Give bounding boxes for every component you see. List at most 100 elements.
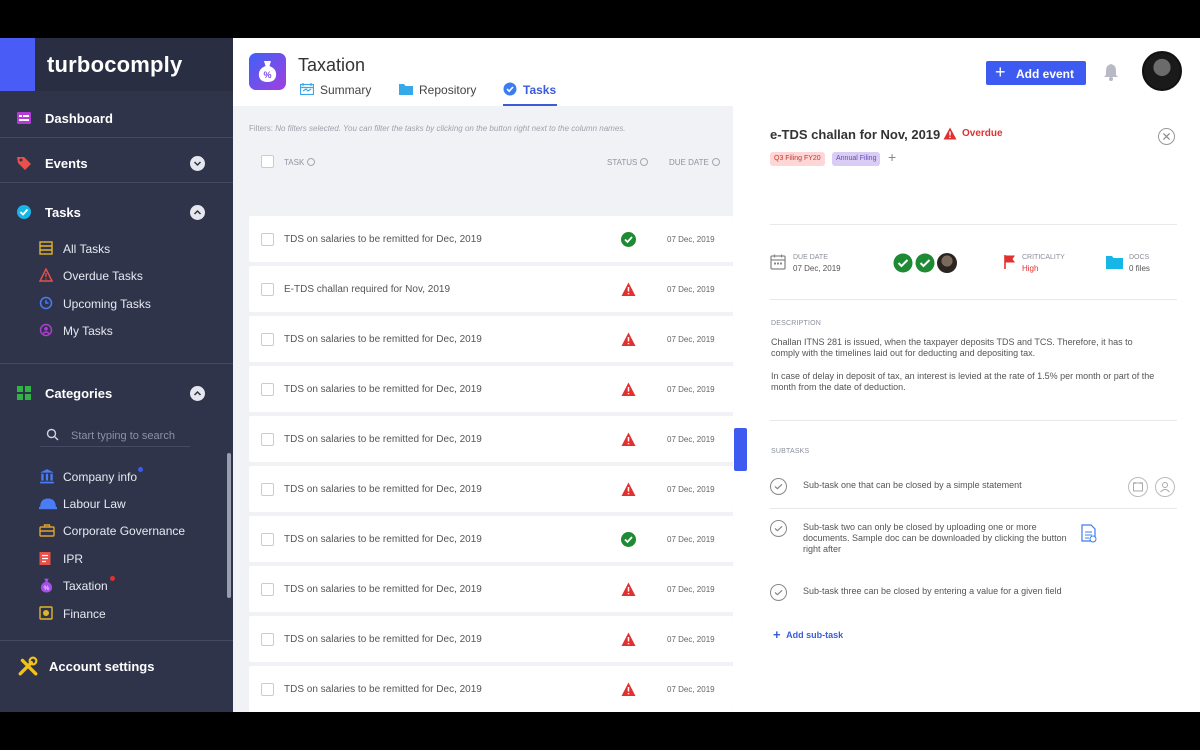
sidebar-item-label: All Tasks — [63, 242, 111, 256]
row-checkbox[interactable] — [261, 683, 274, 696]
task-title: TDS on salaries to be remitted for Dec, … — [284, 684, 482, 695]
bell-icon[interactable] — [1101, 62, 1121, 82]
sidebar-scrollbar[interactable] — [227, 453, 231, 598]
sidebar-item-my-tasks[interactable]: My Tasks — [0, 319, 233, 341]
sidebar-item-dashboard[interactable]: Dashboard — [0, 103, 233, 133]
status-overdue-icon — [621, 632, 636, 646]
selected-row-indicator — [734, 428, 747, 471]
sidebar-item-finance[interactable]: Finance — [0, 602, 233, 624]
sidebar-item-all-tasks[interactable]: All Tasks — [0, 237, 233, 259]
task-title: TDS on salaries to be remitted for Dec, … — [284, 534, 482, 545]
due-date-label: DUE DATE — [793, 254, 828, 261]
add-subtask-button[interactable]: + Add sub-task — [773, 627, 843, 642]
row-checkbox[interactable] — [261, 333, 274, 346]
column-header-due-date[interactable]: DUE DATE — [669, 158, 720, 167]
column-header-task[interactable]: TASK — [284, 158, 316, 167]
sidebar-item-categories[interactable]: Categories — [0, 378, 233, 408]
row-checkbox[interactable] — [261, 483, 274, 496]
sidebar-item-label: Dashboard — [45, 111, 113, 126]
table-row[interactable]: TDS on salaries to be remitted for Dec, … — [249, 216, 733, 262]
check-circle-icon — [503, 82, 517, 96]
status-done-icon — [621, 532, 636, 547]
brand-accent — [0, 38, 35, 91]
table-row[interactable]: TDS on salaries to be remitted for Dec, … — [249, 316, 733, 362]
due-date: 07 Dec, 2019 — [667, 335, 715, 344]
category-search-input[interactable]: Start typing to search — [40, 419, 190, 447]
sidebar-item-label: Finance — [63, 607, 106, 621]
filters-bar: Filters: No filters selected. You can fi… — [249, 124, 626, 133]
row-checkbox[interactable] — [261, 533, 274, 546]
page-header: % Taxation Summary Repository Tasks + Ad… — [233, 38, 1200, 106]
add-tag-button[interactable]: + — [888, 149, 896, 165]
check-circle-outline-icon[interactable] — [770, 520, 787, 537]
check-circle-outline-icon[interactable] — [770, 478, 787, 495]
subtask-item[interactable]: Sub-task one that can be closed by a sim… — [770, 477, 1177, 508]
avatar[interactable] — [1142, 51, 1182, 91]
svg-text:%: % — [44, 585, 50, 592]
tab-tasks[interactable]: Tasks — [503, 82, 557, 106]
add-event-button[interactable]: + Add event — [986, 61, 1086, 85]
sidebar-item-ipr[interactable]: IPR — [0, 547, 233, 569]
tag-icon — [17, 157, 31, 170]
row-checkbox[interactable] — [261, 283, 274, 296]
chevron-up-icon[interactable] — [190, 386, 205, 401]
sidebar-item-account-settings[interactable]: Account settings — [0, 651, 233, 681]
add-event-label: Add event — [1016, 67, 1075, 81]
close-icon[interactable] — [1158, 128, 1175, 145]
select-all-checkbox[interactable] — [261, 155, 274, 168]
sidebar-item-corporate-governance[interactable]: Corporate Governance — [0, 519, 233, 541]
table-row[interactable]: TDS on salaries to be remitted for Dec, … — [249, 616, 733, 662]
subtask-item[interactable]: Sub-task two can only be closed by uploa… — [770, 520, 1177, 560]
subtask-item[interactable]: Sub-task three can be closed by entering… — [770, 584, 1177, 604]
table-row[interactable]: TDS on salaries to be remitted for Dec, … — [249, 516, 733, 562]
table-row[interactable]: TDS on salaries to be remitted for Dec, … — [249, 666, 733, 712]
subtask-text: Sub-task three can be closed by entering… — [803, 586, 1062, 596]
sidebar-item-upcoming-tasks[interactable]: Upcoming Tasks — [0, 292, 233, 314]
sidebar-item-labour-law[interactable]: Labour Law — [0, 492, 233, 514]
tab-summary[interactable]: Summary — [300, 82, 380, 106]
due-date: 07 Dec, 2019 — [667, 685, 715, 694]
assign-user-icon[interactable] — [1155, 477, 1175, 497]
notification-dot — [138, 467, 143, 472]
tag-chip[interactable]: Q3 Filing FY20 — [770, 152, 825, 166]
sidebar-item-taxation[interactable]: % Taxation — [0, 574, 233, 596]
chevron-up-icon[interactable] — [190, 205, 205, 220]
table-row[interactable]: TDS on salaries to be remitted for Dec, … — [249, 566, 733, 612]
sort-icon — [711, 158, 720, 166]
assignee-approvals[interactable] — [893, 253, 957, 273]
document-upload-icon[interactable] — [1081, 524, 1097, 543]
calendar-icon — [300, 83, 314, 95]
sidebar-item-company-info[interactable]: Company info — [0, 465, 233, 487]
table-row[interactable]: E-TDS challan required for Nov, 2019 07 D… — [249, 266, 733, 312]
check-circle-outline-icon[interactable] — [770, 584, 787, 601]
row-checkbox[interactable] — [261, 383, 274, 396]
folder-icon — [399, 84, 413, 95]
sidebar-item-events[interactable]: Events — [0, 148, 233, 178]
statement-icon[interactable] — [1128, 477, 1148, 497]
status-overdue-icon — [621, 682, 636, 696]
task-list-panel: Filters: No filters selected. You can fi… — [233, 106, 733, 712]
plus-icon: + — [995, 62, 1006, 82]
table-row[interactable]: TDS on salaries to be remitted for Dec, … — [249, 366, 733, 412]
table-row[interactable]: TDS on salaries to be remitted for Dec, … — [249, 416, 733, 462]
task-title: TDS on salaries to be remitted for Dec, … — [284, 634, 482, 645]
tab-repository[interactable]: Repository — [399, 82, 484, 106]
brand-bar: turbocomply — [0, 38, 233, 91]
row-checkbox[interactable] — [261, 233, 274, 246]
chevron-down-icon[interactable] — [190, 156, 205, 171]
tag-chip[interactable]: Annual Filing — [832, 152, 881, 166]
divider — [770, 299, 1177, 300]
sidebar-item-tasks[interactable]: Tasks — [0, 197, 233, 227]
row-checkbox[interactable] — [261, 633, 274, 646]
task-title: TDS on salaries to be remitted for Dec, … — [284, 334, 482, 345]
status-overdue-icon — [621, 282, 636, 296]
due-date: 07 Dec, 2019 — [667, 435, 715, 444]
table-row[interactable]: TDS on salaries to be remitted for Dec, … — [249, 466, 733, 512]
row-checkbox[interactable] — [261, 583, 274, 596]
row-checkbox[interactable] — [261, 433, 274, 446]
brand-name[interactable]: turbocomply — [47, 52, 182, 78]
column-header-status[interactable]: STATUS — [607, 158, 649, 167]
task-detail-title: e-TDS challan for Nov, 2019 — [770, 127, 941, 142]
sidebar-item-overdue-tasks[interactable]: Overdue Tasks — [0, 264, 233, 286]
coins-icon — [39, 606, 53, 620]
